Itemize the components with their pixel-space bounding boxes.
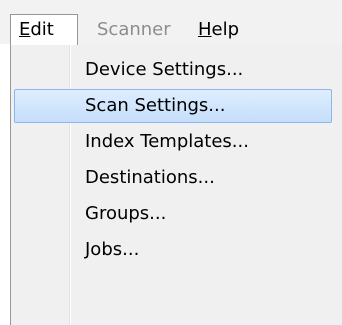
menu-help-mnemonic: H: [198, 19, 212, 40]
menu-bar: Edit Scanner Help: [0, 14, 342, 45]
menu-item-label: Scan Settings...: [85, 95, 226, 116]
menu-edit[interactable]: Edit: [10, 14, 78, 45]
menu-item-scan-settings[interactable]: Scan Settings...: [14, 89, 332, 123]
menu-item-index-templates[interactable]: Index Templates...: [14, 125, 332, 159]
menu-help[interactable]: Help: [198, 14, 239, 44]
window-top-strip: [0, 0, 342, 14]
menu-edit-label-rest: dit: [30, 19, 54, 40]
menu-item-groups[interactable]: Groups...: [14, 197, 332, 231]
edit-menu-dropdown: Device Settings... Scan Settings... Inde…: [10, 44, 342, 325]
menu-item-label: Groups...: [85, 203, 167, 224]
menu-item-label: Index Templates...: [85, 131, 249, 152]
menu-scanner[interactable]: Scanner: [97, 14, 171, 44]
menu-edit-mnemonic: E: [19, 19, 31, 40]
menu-item-destinations[interactable]: Destinations...: [14, 161, 332, 195]
menu-item-label: Device Settings...: [85, 59, 244, 80]
menu-item-label: Jobs...: [85, 239, 140, 260]
menu-item-label: Destinations...: [85, 167, 215, 188]
menu-help-label-rest: elp: [211, 19, 240, 40]
menu-item-jobs[interactable]: Jobs...: [14, 233, 332, 267]
menu-item-device-settings[interactable]: Device Settings...: [14, 53, 332, 87]
